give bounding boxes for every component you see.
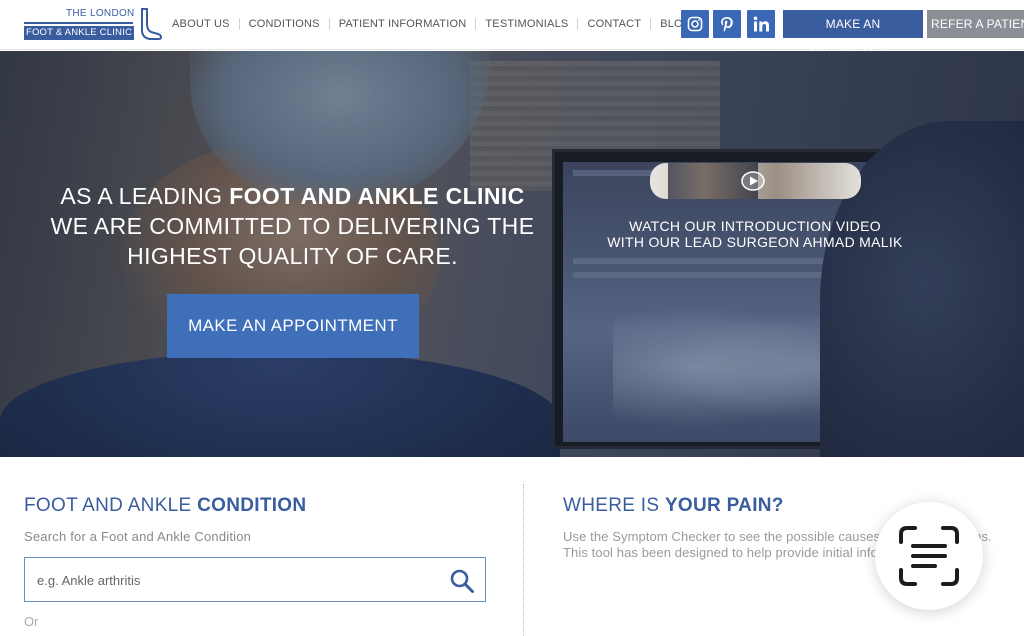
pinterest-button[interactable] (713, 10, 741, 38)
condition-section-title: FOOT AND ANKLE CONDITION (24, 495, 307, 516)
linkedin-icon (753, 16, 769, 32)
foot-logo-icon (141, 8, 162, 40)
nav-testimonials[interactable]: TESTIMONIALS (485, 18, 568, 30)
header-appointment-button[interactable]: MAKE AN APPOINTMENT (783, 10, 923, 59)
hero-appointment-button[interactable]: MAKE AN APPOINTMENT (167, 294, 419, 358)
main-nav: ABOUT US CONDITIONS PATIENT INFORMATION … (172, 17, 692, 31)
instagram-icon (687, 16, 703, 32)
clinic-logo[interactable]: THE LONDON FOOT & ANKLE CLINIC (24, 8, 164, 42)
scan-text-button[interactable] (875, 502, 983, 610)
hero-headline: AS A LEADING FOOT AND ANKLE CLINIC WE AR… (50, 183, 535, 269)
pain-section-title: WHERE IS YOUR PAIN? (563, 495, 784, 516)
intro-video-thumbnail[interactable] (650, 163, 861, 199)
nav-contact[interactable]: CONTACT (587, 18, 641, 30)
play-icon (741, 171, 765, 191)
logo-line-2: FOOT & ANKLE CLINIC (24, 26, 134, 40)
hero-banner: AS A LEADING FOOT AND ANKLE CLINIC WE AR… (0, 51, 1024, 457)
condition-search-box (24, 557, 486, 602)
nav-conditions[interactable]: CONDITIONS (249, 18, 320, 30)
linkedin-button[interactable] (747, 10, 775, 38)
section-divider (523, 484, 524, 636)
scan-text-icon (899, 526, 959, 586)
condition-search-label: Search for a Foot and Ankle Condition (24, 529, 252, 544)
search-icon[interactable] (449, 568, 475, 594)
nav-patient-information[interactable]: PATIENT INFORMATION (339, 18, 467, 30)
instagram-button[interactable] (681, 10, 709, 38)
site-header: THE LONDON FOOT & ANKLE CLINIC ABOUT US … (0, 0, 1024, 59)
logo-line-1: THE LONDON (66, 8, 135, 19)
refer-patient-button[interactable]: REFER A PATIENT (927, 10, 1024, 38)
condition-search-input[interactable] (37, 570, 437, 590)
pinterest-icon (721, 16, 733, 32)
intro-video-caption[interactable]: WATCH OUR INTRODUCTION VIDEO WITH OUR LE… (590, 218, 920, 250)
or-label: Or (24, 614, 39, 629)
nav-about-us[interactable]: ABOUT US (172, 18, 230, 30)
